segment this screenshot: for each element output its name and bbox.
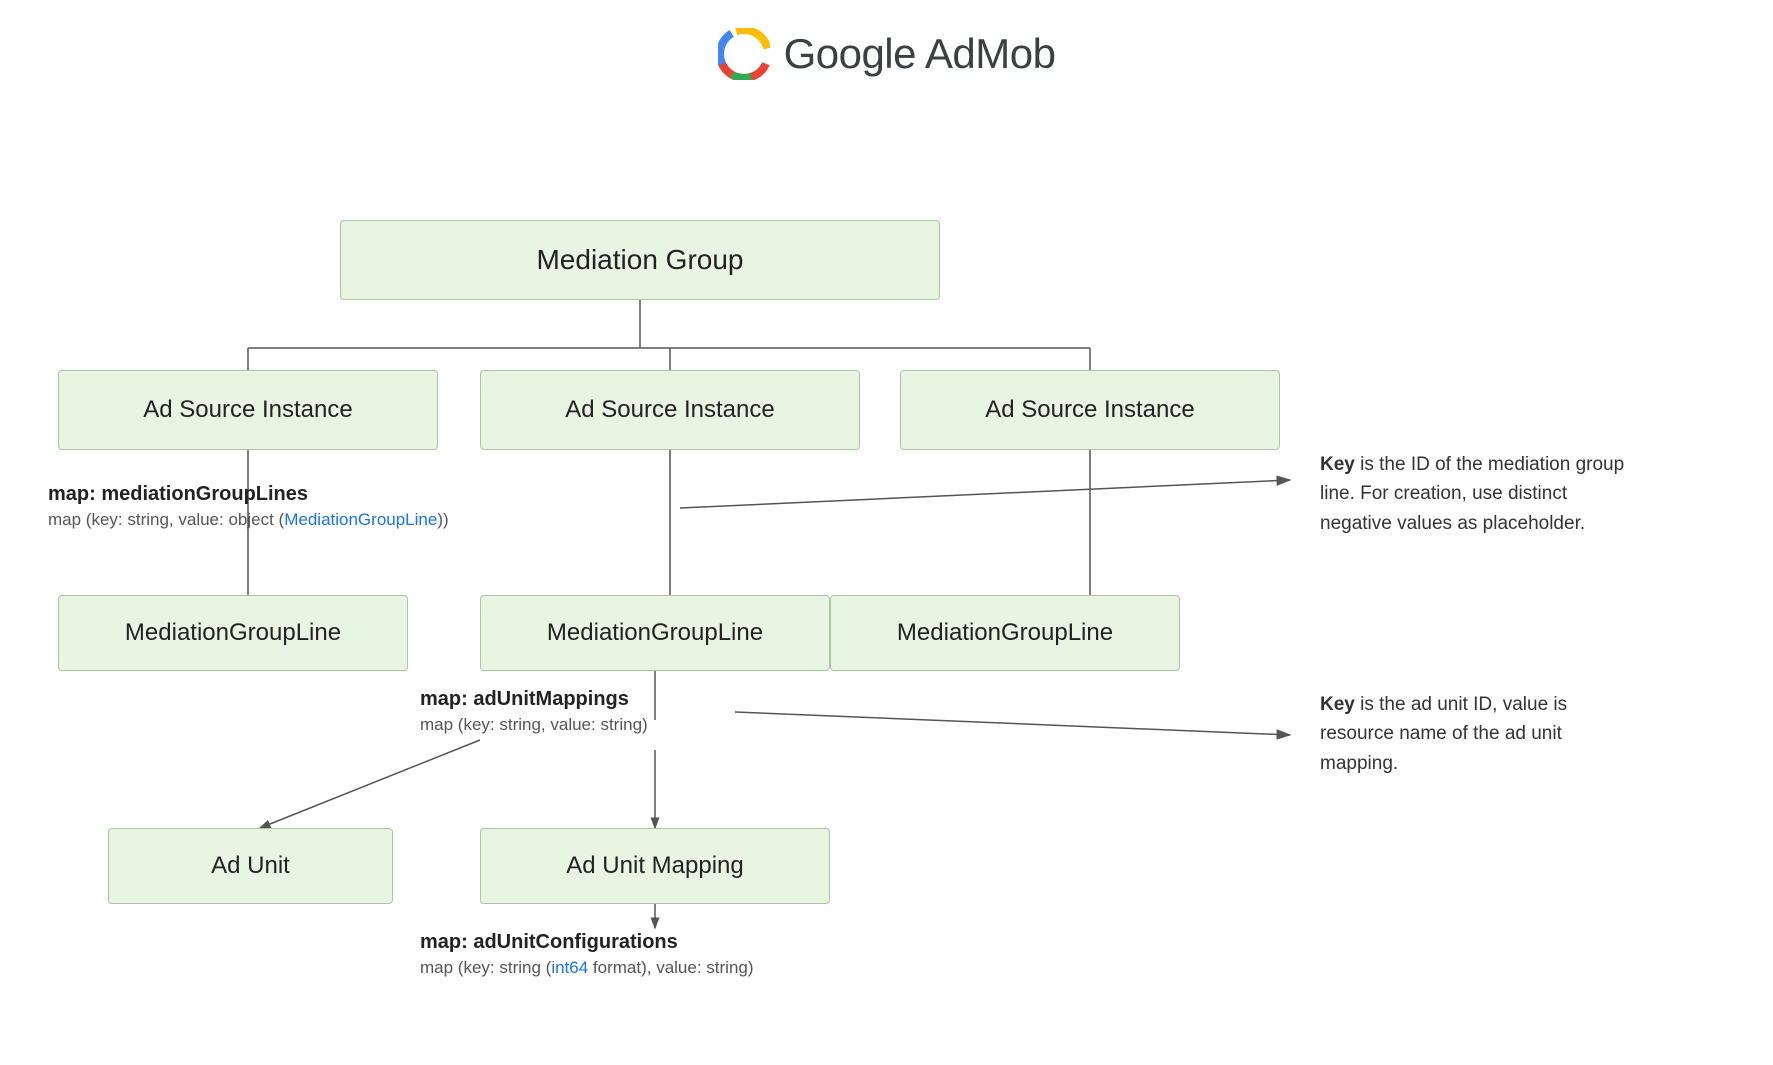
mgl-1-label: MediationGroupLine (125, 619, 341, 647)
ad-unit-mapping-box: Ad Unit Mapping (480, 828, 830, 904)
aum-map-label: map: adUnitMappings (420, 685, 648, 713)
header: Google AdMob (0, 0, 1773, 100)
mediation-group-box: Mediation Group (340, 220, 940, 300)
mgl-map-detail: map (key: string, value: object (Mediati… (48, 508, 449, 532)
ad-source-instance-box-3: Ad Source Instance (900, 370, 1280, 450)
ad-source-instance-box-1: Ad Source Instance (58, 370, 438, 450)
diagram-container: Mediation Group Ad Source Instance Ad So… (0, 100, 1773, 1050)
asi-2-label: Ad Source Instance (565, 396, 774, 424)
mgl-link-text: MediationGroupLine (284, 510, 437, 529)
mgl-map-label: map: mediationGroupLines (48, 480, 449, 508)
aum-map-detail: map (key: string, value: string) (420, 713, 648, 737)
auc-int64-text: int64 (551, 958, 588, 977)
key-annotation-mgl: Key is the ID of the mediation group lin… (1320, 450, 1640, 538)
asi-1-label: Ad Source Instance (143, 396, 352, 424)
key-annotation-aum: Key is the ad unit ID, value is resource… (1320, 690, 1640, 778)
mgl-3-label: MediationGroupLine (897, 619, 1113, 647)
admob-logo-icon (718, 28, 770, 80)
asi-3-label: Ad Source Instance (985, 396, 1194, 424)
annotation-mgl: map: mediationGroupLines map (key: strin… (48, 480, 449, 532)
ad-source-instance-box-2: Ad Source Instance (480, 370, 860, 450)
ad-unit-mapping-label: Ad Unit Mapping (566, 852, 743, 880)
ad-unit-box: Ad Unit (108, 828, 393, 904)
key-text-mgl: is the ID of the mediation group line. F… (1320, 454, 1624, 534)
mediation-group-line-box-2: MediationGroupLine (480, 595, 830, 671)
auc-map-label: map: adUnitConfigurations (420, 928, 754, 956)
auc-map-detail: map (key: string (int64 format), value: … (420, 956, 754, 980)
key-text-aum: is the ad unit ID, value is resource nam… (1320, 694, 1567, 774)
annotation-auc: map: adUnitConfigurations map (key: stri… (420, 928, 754, 980)
ad-unit-label: Ad Unit (211, 852, 290, 880)
mgl-2-label: MediationGroupLine (547, 619, 763, 647)
page-title: Google AdMob (784, 30, 1056, 78)
annotation-aum: map: adUnitMappings map (key: string, va… (420, 685, 648, 737)
key-bold-aum: Key (1320, 694, 1355, 715)
mediation-group-line-box-1: MediationGroupLine (58, 595, 408, 671)
key-bold-mgl: Key (1320, 454, 1355, 475)
mediation-group-label: Mediation Group (536, 244, 743, 276)
mediation-group-line-box-3: MediationGroupLine (830, 595, 1180, 671)
